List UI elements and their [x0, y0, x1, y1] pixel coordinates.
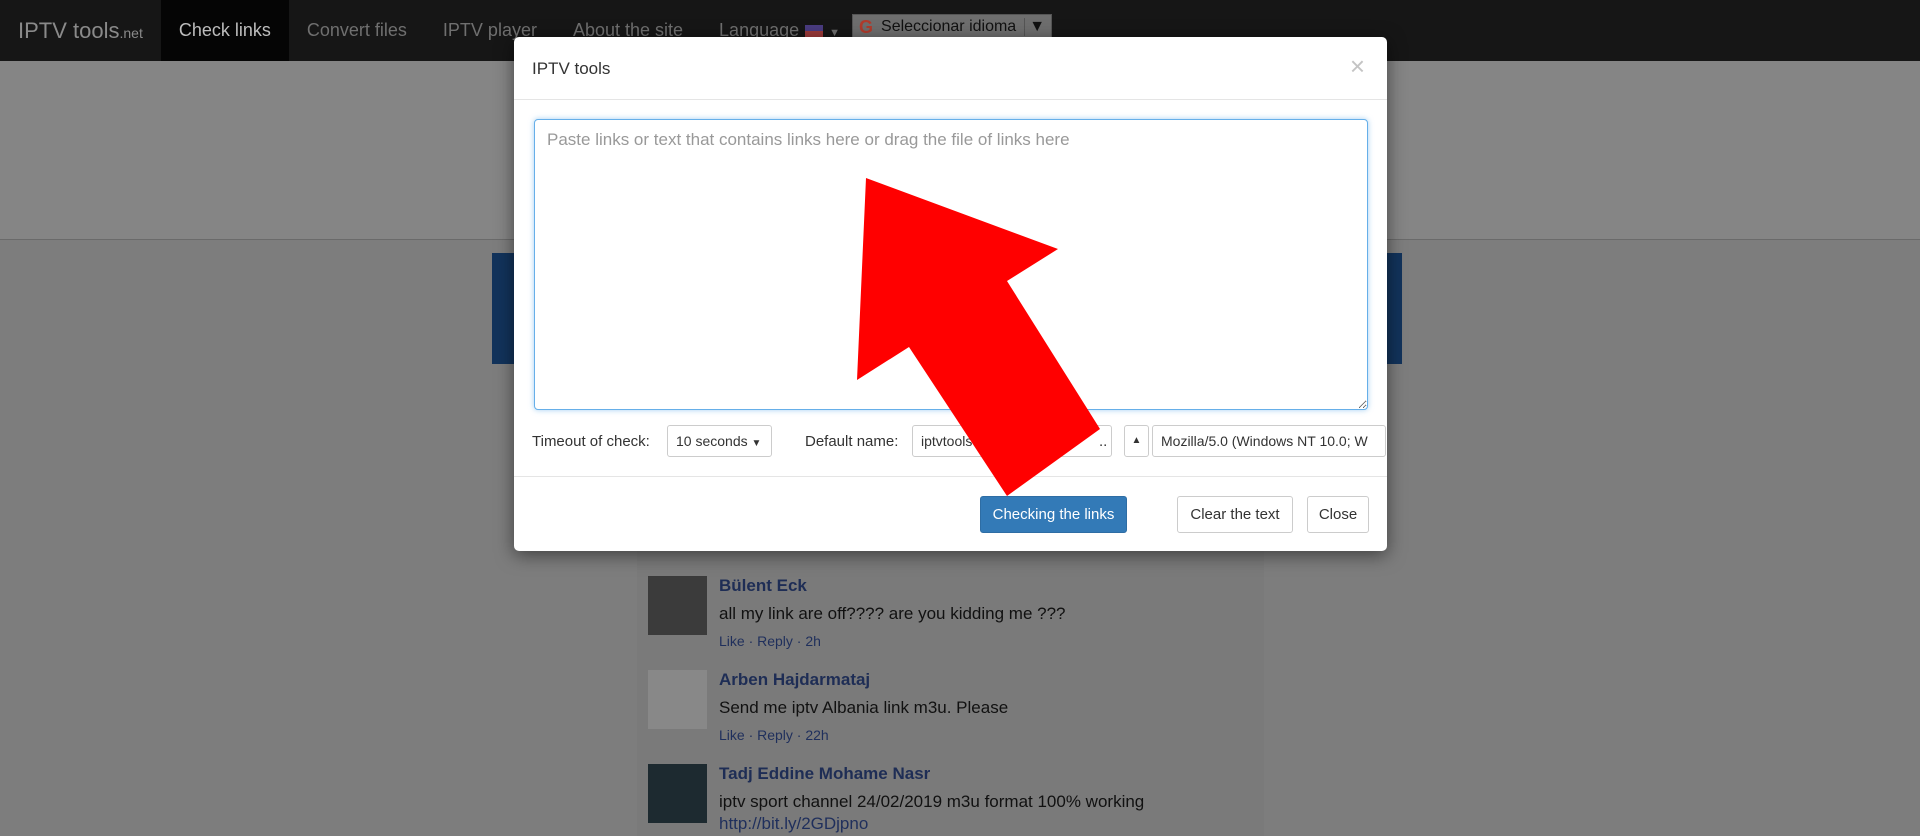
- divider: [514, 476, 1387, 477]
- dropdown-arrow-icon: ▼: [1024, 18, 1045, 36]
- avatar[interactable]: [648, 764, 707, 823]
- nav-convert-files[interactable]: Convert files: [289, 0, 425, 61]
- brand-suffix: .net: [119, 25, 143, 41]
- comment-author[interactable]: Bülent Eck: [719, 576, 807, 596]
- timeout-label: Timeout of check:: [532, 433, 650, 450]
- default-name-input[interactable]: iptvtools: [912, 425, 1112, 457]
- user-agent-input[interactable]: Mozilla/5.0 (Windows NT 10.0; W: [1152, 425, 1386, 457]
- translate-label: Seleccionar idioma: [881, 18, 1017, 35]
- us-flag-icon: [805, 25, 824, 38]
- brand-logo[interactable]: IPTV tools.net: [0, 0, 161, 61]
- timeout-select[interactable]: 10 seconds ▼: [667, 425, 772, 457]
- comment-meta[interactable]: Like · Reply · 22h: [719, 727, 829, 743]
- check-links-modal: IPTV tools × Timeout of check: 10 second…: [514, 37, 1387, 551]
- brand-name: IPTV tools: [18, 18, 120, 43]
- caret-up-icon[interactable]: ▲: [1124, 425, 1149, 457]
- avatar[interactable]: [648, 576, 707, 635]
- close-icon[interactable]: ×: [1350, 51, 1365, 82]
- user-agent-label: ..: [1099, 433, 1108, 450]
- check-links-button[interactable]: Checking the links: [980, 496, 1127, 533]
- links-textarea[interactable]: [534, 119, 1368, 410]
- caret-down-icon: ▼: [751, 438, 762, 449]
- comment-text: Send me iptv Albania link m3u. Please: [719, 698, 1009, 717]
- modal-title: IPTV tools: [532, 59, 611, 78]
- comment-meta[interactable]: Like · Reply · 2h: [719, 633, 821, 649]
- default-name-label: Default name:: [805, 433, 899, 450]
- comment-text: all my link are off???? are you kidding …: [719, 604, 1066, 623]
- avatar[interactable]: [648, 670, 707, 729]
- divider: [514, 99, 1387, 100]
- comment-link[interactable]: http://bit.ly/2GDjpno: [719, 814, 868, 834]
- timeout-value: 10 seconds: [676, 433, 748, 449]
- clear-text-button[interactable]: Clear the text: [1177, 496, 1293, 533]
- comment-author[interactable]: Tadj Eddine Mohame Nasr: [719, 764, 930, 784]
- comments-panel: Bülent Eck all my link are off???? are y…: [637, 551, 1264, 836]
- google-icon: G: [859, 16, 874, 37]
- nav-check-links[interactable]: Check links: [160, 0, 289, 61]
- comment-text: iptv sport channel 24/02/2019 m3u format…: [719, 792, 1145, 811]
- close-button[interactable]: Close: [1307, 496, 1369, 533]
- comment-author[interactable]: Arben Hajdarmataj: [719, 670, 870, 690]
